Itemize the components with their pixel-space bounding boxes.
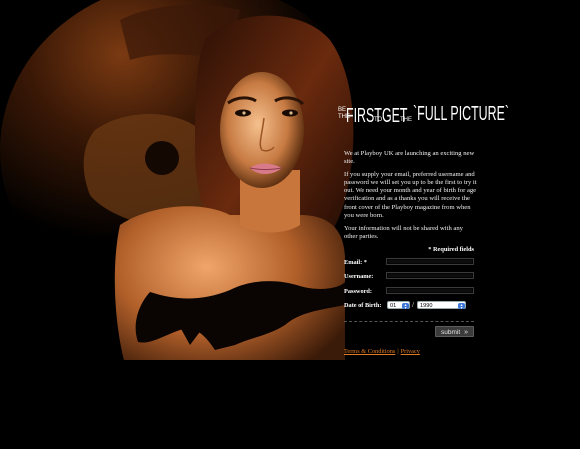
password-row: Password: <box>344 287 474 297</box>
footer-links: Terms & Conditions | Privacy <box>344 348 420 355</box>
headline-first: FIRST <box>346 105 382 127</box>
submit-label: submit <box>441 329 461 336</box>
dob-row: Date of Birth: 01 ▴ ▾ / 1990 ▴ ▾ <box>344 301 474 311</box>
terms-link[interactable]: Terms & Conditions <box>344 348 395 355</box>
form-divider <box>344 321 474 322</box>
select-arrows-icon: ▴ ▾ <box>458 303 465 310</box>
headline-the-2: THE <box>400 117 412 123</box>
username-field[interactable] <box>386 272 474 279</box>
headline-full-picture: `FULL PICTURE` <box>413 103 509 125</box>
submit-button[interactable]: submit » <box>435 326 474 337</box>
headline-get: GET <box>382 105 408 127</box>
email-field[interactable] <box>386 258 474 265</box>
password-field[interactable] <box>386 287 474 294</box>
password-label: Password: <box>344 288 372 295</box>
dob-label: Date of Birth: <box>344 302 382 309</box>
required-fields-note: * Required fields <box>428 246 474 253</box>
dob-separator: / <box>412 301 414 309</box>
dob-year-value: 1990 <box>420 303 433 309</box>
headline-to: TO <box>374 117 383 123</box>
username-label: Username: <box>344 273 374 280</box>
headline: BE THE FIRST TO GET THE `FULL PICTURE` <box>338 103 509 131</box>
intro-paragraph-2: If you supply your email, preferred user… <box>344 171 477 219</box>
hero-photo <box>0 0 580 449</box>
privacy-link[interactable]: Privacy <box>401 348 420 355</box>
intro-copy: We at Playboy UK are launching an exciti… <box>344 150 478 246</box>
username-row: Username: <box>344 272 474 282</box>
dob-month-value: 01 <box>390 303 397 309</box>
headline-be: BE <box>338 107 347 113</box>
double-chevron-right-icon: » <box>464 329 468 336</box>
footer-separator: | <box>397 348 399 355</box>
email-label: Email: * <box>344 259 367 266</box>
dob-year-select[interactable]: 1990 ▴ ▾ <box>417 301 466 310</box>
email-row: Email: * <box>344 258 474 268</box>
intro-paragraph-1: We at Playboy UK are launching an exciti… <box>344 150 475 166</box>
intro-paragraph-3: Your information will not be shared with… <box>344 224 463 240</box>
select-arrows-icon: ▴ ▾ <box>402 303 409 310</box>
dob-month-select[interactable]: 01 ▴ ▾ <box>387 301 410 310</box>
